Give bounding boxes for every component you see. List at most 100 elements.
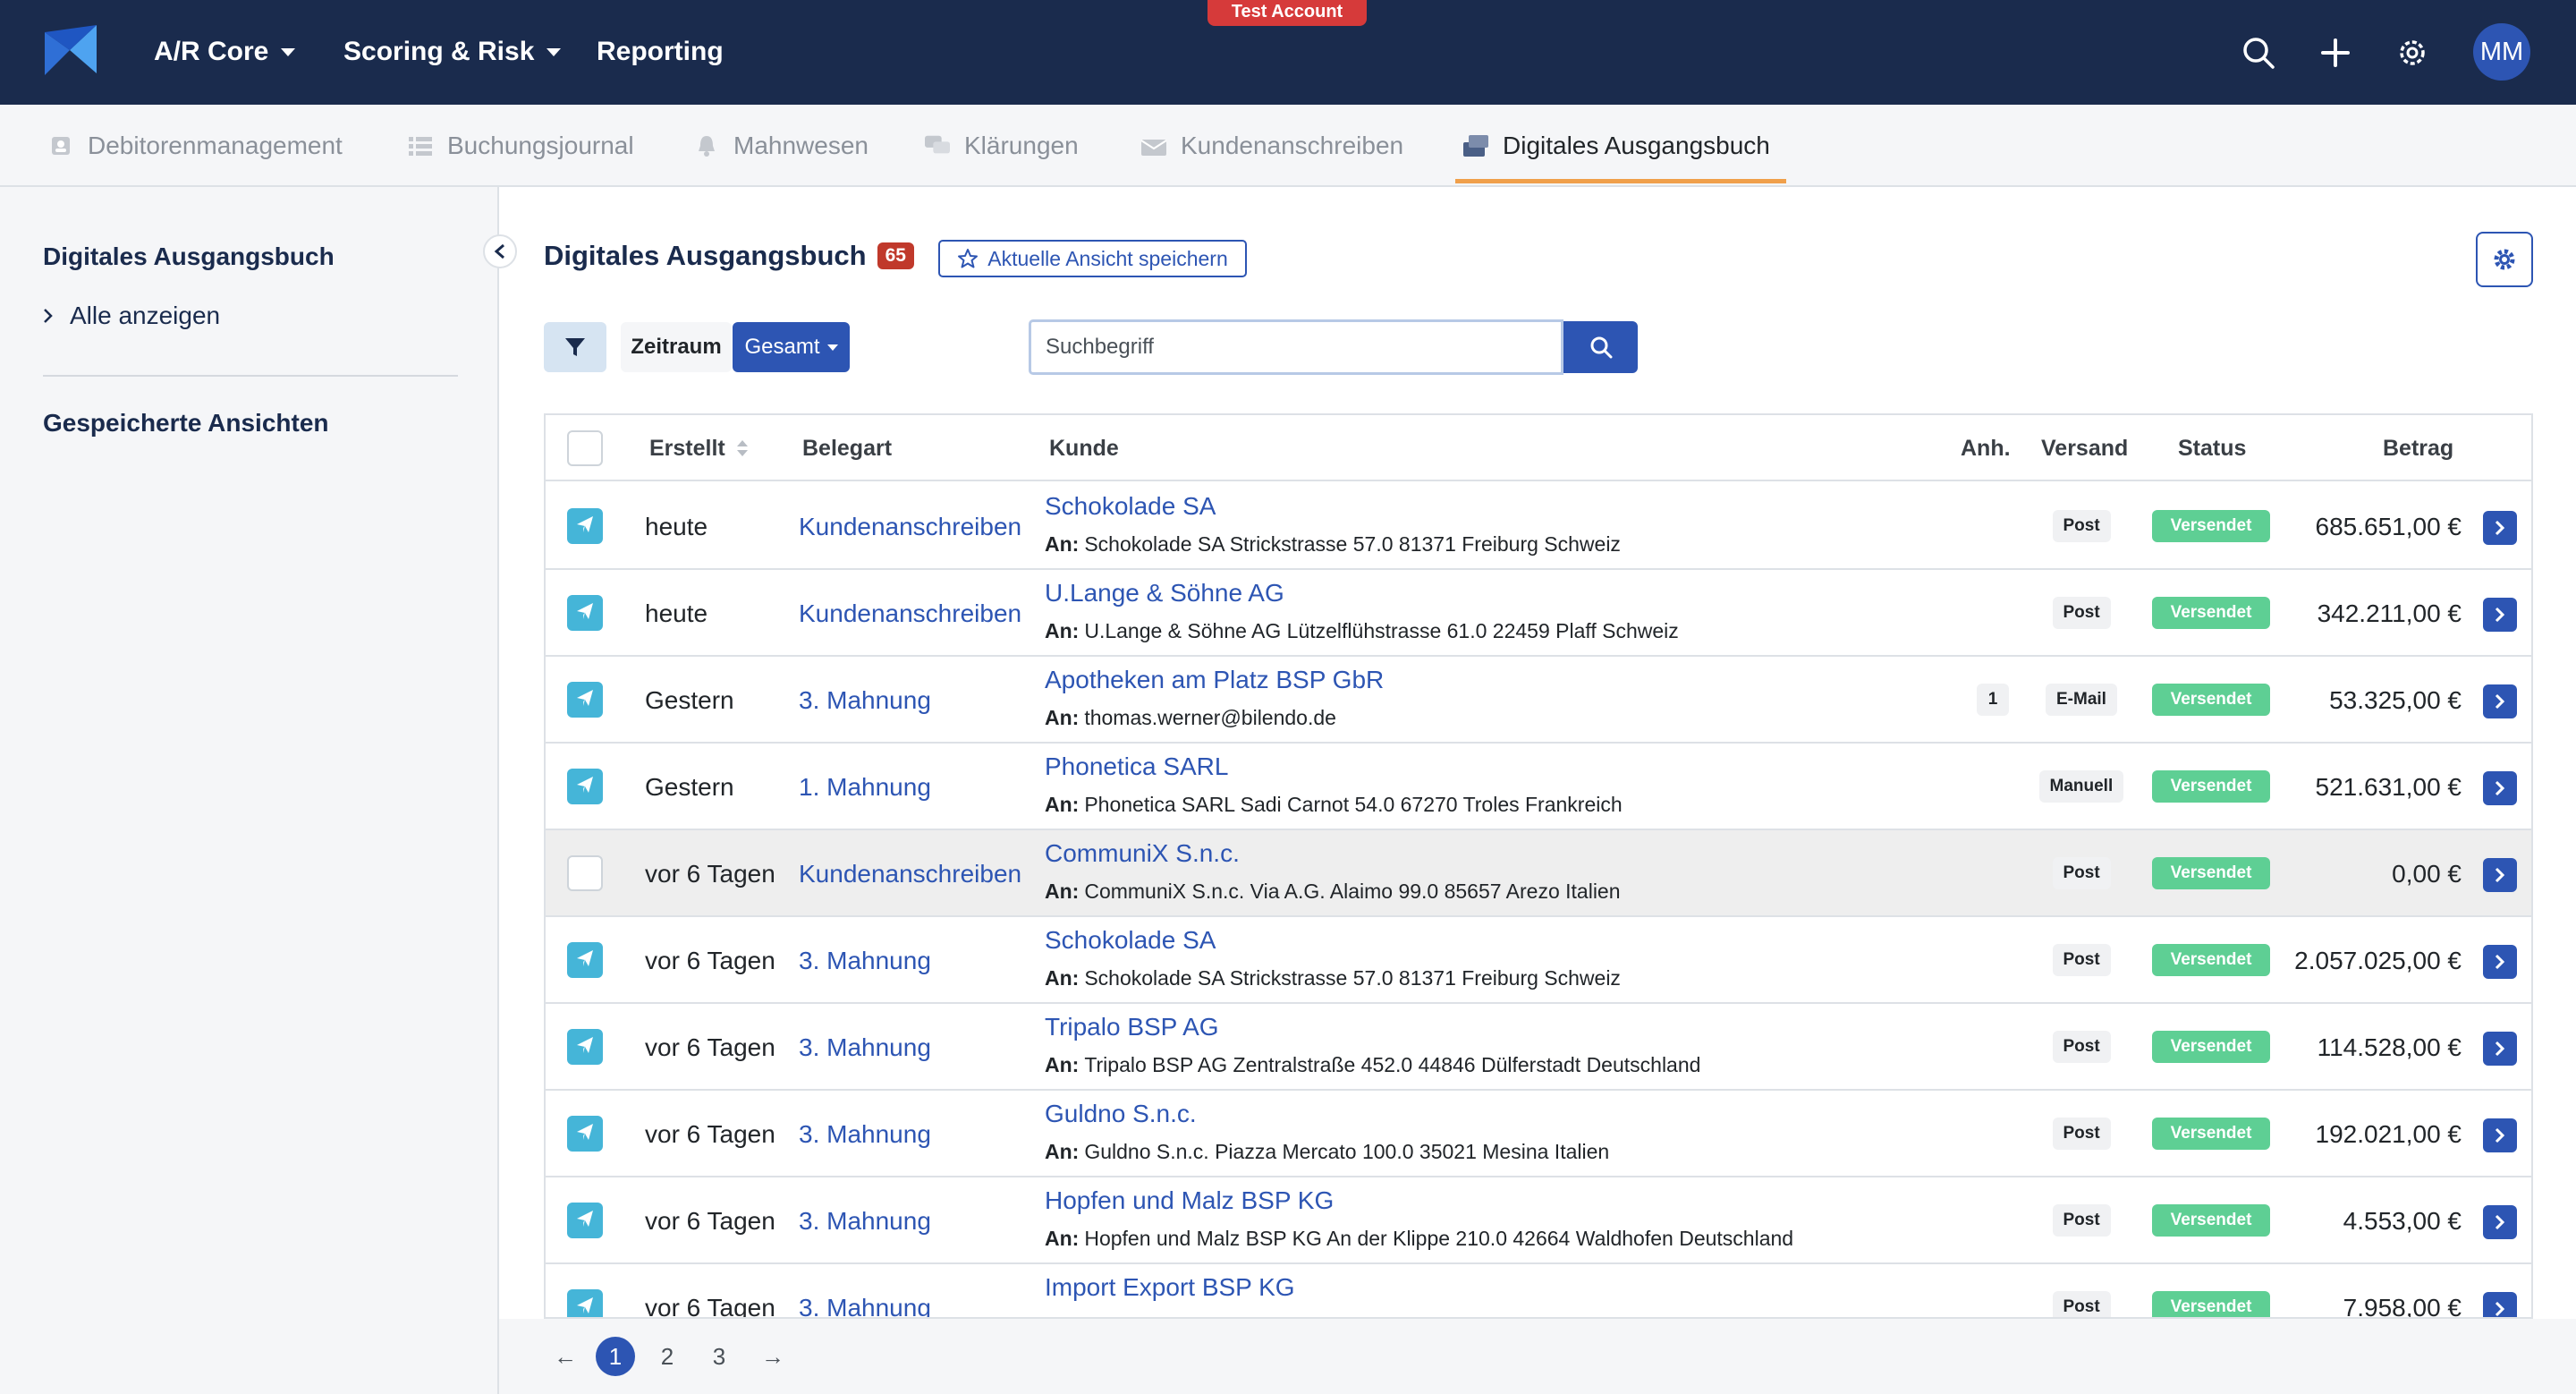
- sidebar-item-alle-anzeigen[interactable]: Alle anzeigen: [43, 302, 220, 330]
- table-row[interactable]: vor 6 Tagen 3. Mahnung Hopfen und Malz BSP…: [546, 1177, 2531, 1264]
- customer-link[interactable]: Schokolade SA: [1045, 926, 1216, 955]
- document-type-link[interactable]: 3. Mahnung: [799, 1004, 931, 1091]
- customer-link[interactable]: Tripalo BSP AG: [1045, 1013, 1219, 1041]
- table-row[interactable]: heute Kundenanschreiben U.Lange & Söhne AG…: [546, 570, 2531, 657]
- customer-link[interactable]: Import Export BSP KG: [1045, 1273, 1295, 1302]
- sidebar-divider: [43, 375, 458, 377]
- open-row-button[interactable]: [2483, 598, 2517, 632]
- sent-checkbox[interactable]: [567, 1203, 603, 1238]
- customer-link[interactable]: Hopfen und Malz BSP KG: [1045, 1186, 1334, 1215]
- paper-plane-icon: [575, 1122, 595, 1146]
- open-row-button[interactable]: [2483, 858, 2517, 892]
- sent-checkbox[interactable]: [567, 682, 603, 718]
- amount: 685.651,00 €: [2315, 512, 2462, 540]
- search-icon[interactable]: [2236, 30, 2281, 75]
- table-row[interactable]: vor 6 Tagen 3. Mahnung Schokolade SA An: Sch…: [546, 917, 2531, 1004]
- plus-icon[interactable]: [2313, 30, 2358, 75]
- open-row-button[interactable]: [2483, 511, 2517, 545]
- table-settings-button[interactable]: [2476, 232, 2533, 287]
- tab-label: Klärungen: [964, 132, 1079, 159]
- pagination: ← 1 2 3 →: [499, 1319, 2576, 1394]
- tab-mahnwesen[interactable]: Mahnwesen: [694, 105, 869, 187]
- page-button-2[interactable]: 2: [649, 1337, 685, 1376]
- customer-link[interactable]: Schokolade SA: [1045, 492, 1216, 521]
- sidebar-collapse-button[interactable]: [483, 234, 517, 268]
- customer-link[interactable]: Guldno S.n.c.: [1045, 1100, 1197, 1128]
- paper-plane-icon: [575, 775, 595, 799]
- shipping-badge: E-Mail: [2046, 684, 2117, 716]
- table-row[interactable]: vor 6 Tagen 3. Mahnung Import Export BSP K…: [546, 1264, 2531, 1318]
- sent-checkbox[interactable]: [567, 1289, 603, 1317]
- row-checkbox-cell: [567, 682, 603, 718]
- document-type-link[interactable]: Kundenanschreiben: [799, 483, 1021, 570]
- sent-checkbox[interactable]: [567, 769, 603, 804]
- document-type-link[interactable]: Kundenanschreiben: [799, 830, 1021, 917]
- table-row[interactable]: heute Kundenanschreiben Schokolade SA An: Sc…: [546, 483, 2531, 570]
- column-header-erstellt[interactable]: Erstellt: [649, 415, 749, 481]
- open-row-button[interactable]: [2483, 771, 2517, 805]
- row-checkbox-cell: [567, 508, 603, 544]
- table-row[interactable]: Gestern 1. Mahnung Phonetica SARL An: Phonet…: [546, 744, 2531, 830]
- open-row-button[interactable]: [2483, 684, 2517, 718]
- sent-checkbox[interactable]: [567, 595, 603, 631]
- sent-checkbox[interactable]: [567, 942, 603, 978]
- table-row[interactable]: vor 6 Tagen 3. Mahnung Tripalo BSP AG An: Tr…: [546, 1004, 2531, 1091]
- document-type-link[interactable]: Kundenanschreiben: [799, 570, 1021, 657]
- sent-checkbox[interactable]: [567, 508, 603, 544]
- user-avatar[interactable]: MM: [2473, 23, 2530, 81]
- tab-kundenanschreiben[interactable]: Kundenanschreiben: [1141, 105, 1403, 187]
- page-button-3[interactable]: 3: [701, 1337, 737, 1376]
- recipient-address: An: CommuniX S.n.c. Via A.G. Alaimo 99.0 …: [1045, 880, 1621, 904]
- filter-button[interactable]: [544, 322, 606, 372]
- column-header-kunde: Kunde: [1049, 435, 1119, 461]
- gear-icon[interactable]: [2390, 30, 2435, 75]
- zeitraum-dropdown[interactable]: Gesamt: [733, 322, 850, 372]
- tab-klaerungen[interactable]: Klärungen: [925, 105, 1079, 187]
- envelope-icon: [1141, 134, 1166, 157]
- open-row-button[interactable]: [2483, 1032, 2517, 1066]
- status-badge: Versendet: [2152, 1118, 2270, 1150]
- document-type-link[interactable]: 3. Mahnung: [799, 657, 931, 744]
- next-page-button[interactable]: →: [755, 1337, 791, 1376]
- customer-link[interactable]: U.Lange & Söhne AG: [1045, 579, 1284, 608]
- tab-debitorenmanagement[interactable]: Debitorenmanagement: [48, 105, 343, 187]
- paper-plane-icon: [575, 688, 595, 712]
- document-type-link[interactable]: 3. Mahnung: [799, 1264, 931, 1318]
- nav-scoring-risk[interactable]: Scoring & Risk: [343, 34, 562, 70]
- save-view-button[interactable]: Aktuelle Ansicht speichern: [938, 240, 1247, 277]
- table-row[interactable]: vor 6 Tagen 3. Mahnung Guldno S.n.c. An: Gul…: [546, 1091, 2531, 1177]
- row-checkbox[interactable]: [567, 855, 603, 891]
- page-button-1[interactable]: 1: [596, 1337, 635, 1376]
- chevron-down-icon: [281, 47, 296, 56]
- open-row-button[interactable]: [2483, 1118, 2517, 1152]
- zeitraum-value: Gesamt: [744, 335, 820, 359]
- status-badge: Versendet: [2152, 1291, 2270, 1317]
- open-row-button[interactable]: [2483, 1205, 2517, 1239]
- row-checkbox-cell: [567, 1289, 603, 1317]
- table-row[interactable]: vor 6 Tagen Kundenanschreiben CommuniX S.n…: [546, 830, 2531, 917]
- tab-buchungsjournal[interactable]: Buchungsjournal: [408, 105, 634, 187]
- sent-checkbox[interactable]: [567, 1116, 603, 1152]
- logo-icon[interactable]: [43, 23, 98, 79]
- customer-link[interactable]: Phonetica SARL: [1045, 752, 1228, 781]
- document-type-link[interactable]: 3. Mahnung: [799, 1091, 931, 1177]
- search-button[interactable]: [1563, 321, 1638, 373]
- tab-digitales-ausgangsbuch[interactable]: Digitales Ausgangsbuch: [1463, 105, 1770, 187]
- prev-page-button[interactable]: ←: [547, 1337, 583, 1376]
- chevron-right-icon: [2495, 607, 2505, 623]
- customer-link[interactable]: CommuniX S.n.c.: [1045, 839, 1240, 868]
- table-row[interactable]: Gestern 3. Mahnung Apotheken am Platz BSP …: [546, 657, 2531, 744]
- search-input[interactable]: [1029, 319, 1563, 375]
- nav-reporting[interactable]: Reporting: [597, 34, 724, 70]
- nav-ar-core[interactable]: A/R Core: [154, 34, 296, 70]
- row-checkbox-cell: [567, 595, 603, 631]
- open-row-button[interactable]: [2483, 1292, 2517, 1317]
- sent-checkbox[interactable]: [567, 1029, 603, 1065]
- document-type-link[interactable]: 3. Mahnung: [799, 1177, 931, 1264]
- created-date: vor 6 Tagen: [645, 946, 775, 974]
- document-type-link[interactable]: 1. Mahnung: [799, 744, 931, 830]
- open-row-button[interactable]: [2483, 945, 2517, 979]
- select-all-checkbox[interactable]: [567, 430, 603, 466]
- document-type-link[interactable]: 3. Mahnung: [799, 917, 931, 1004]
- customer-link[interactable]: Apotheken am Platz BSP GbR: [1045, 666, 1384, 694]
